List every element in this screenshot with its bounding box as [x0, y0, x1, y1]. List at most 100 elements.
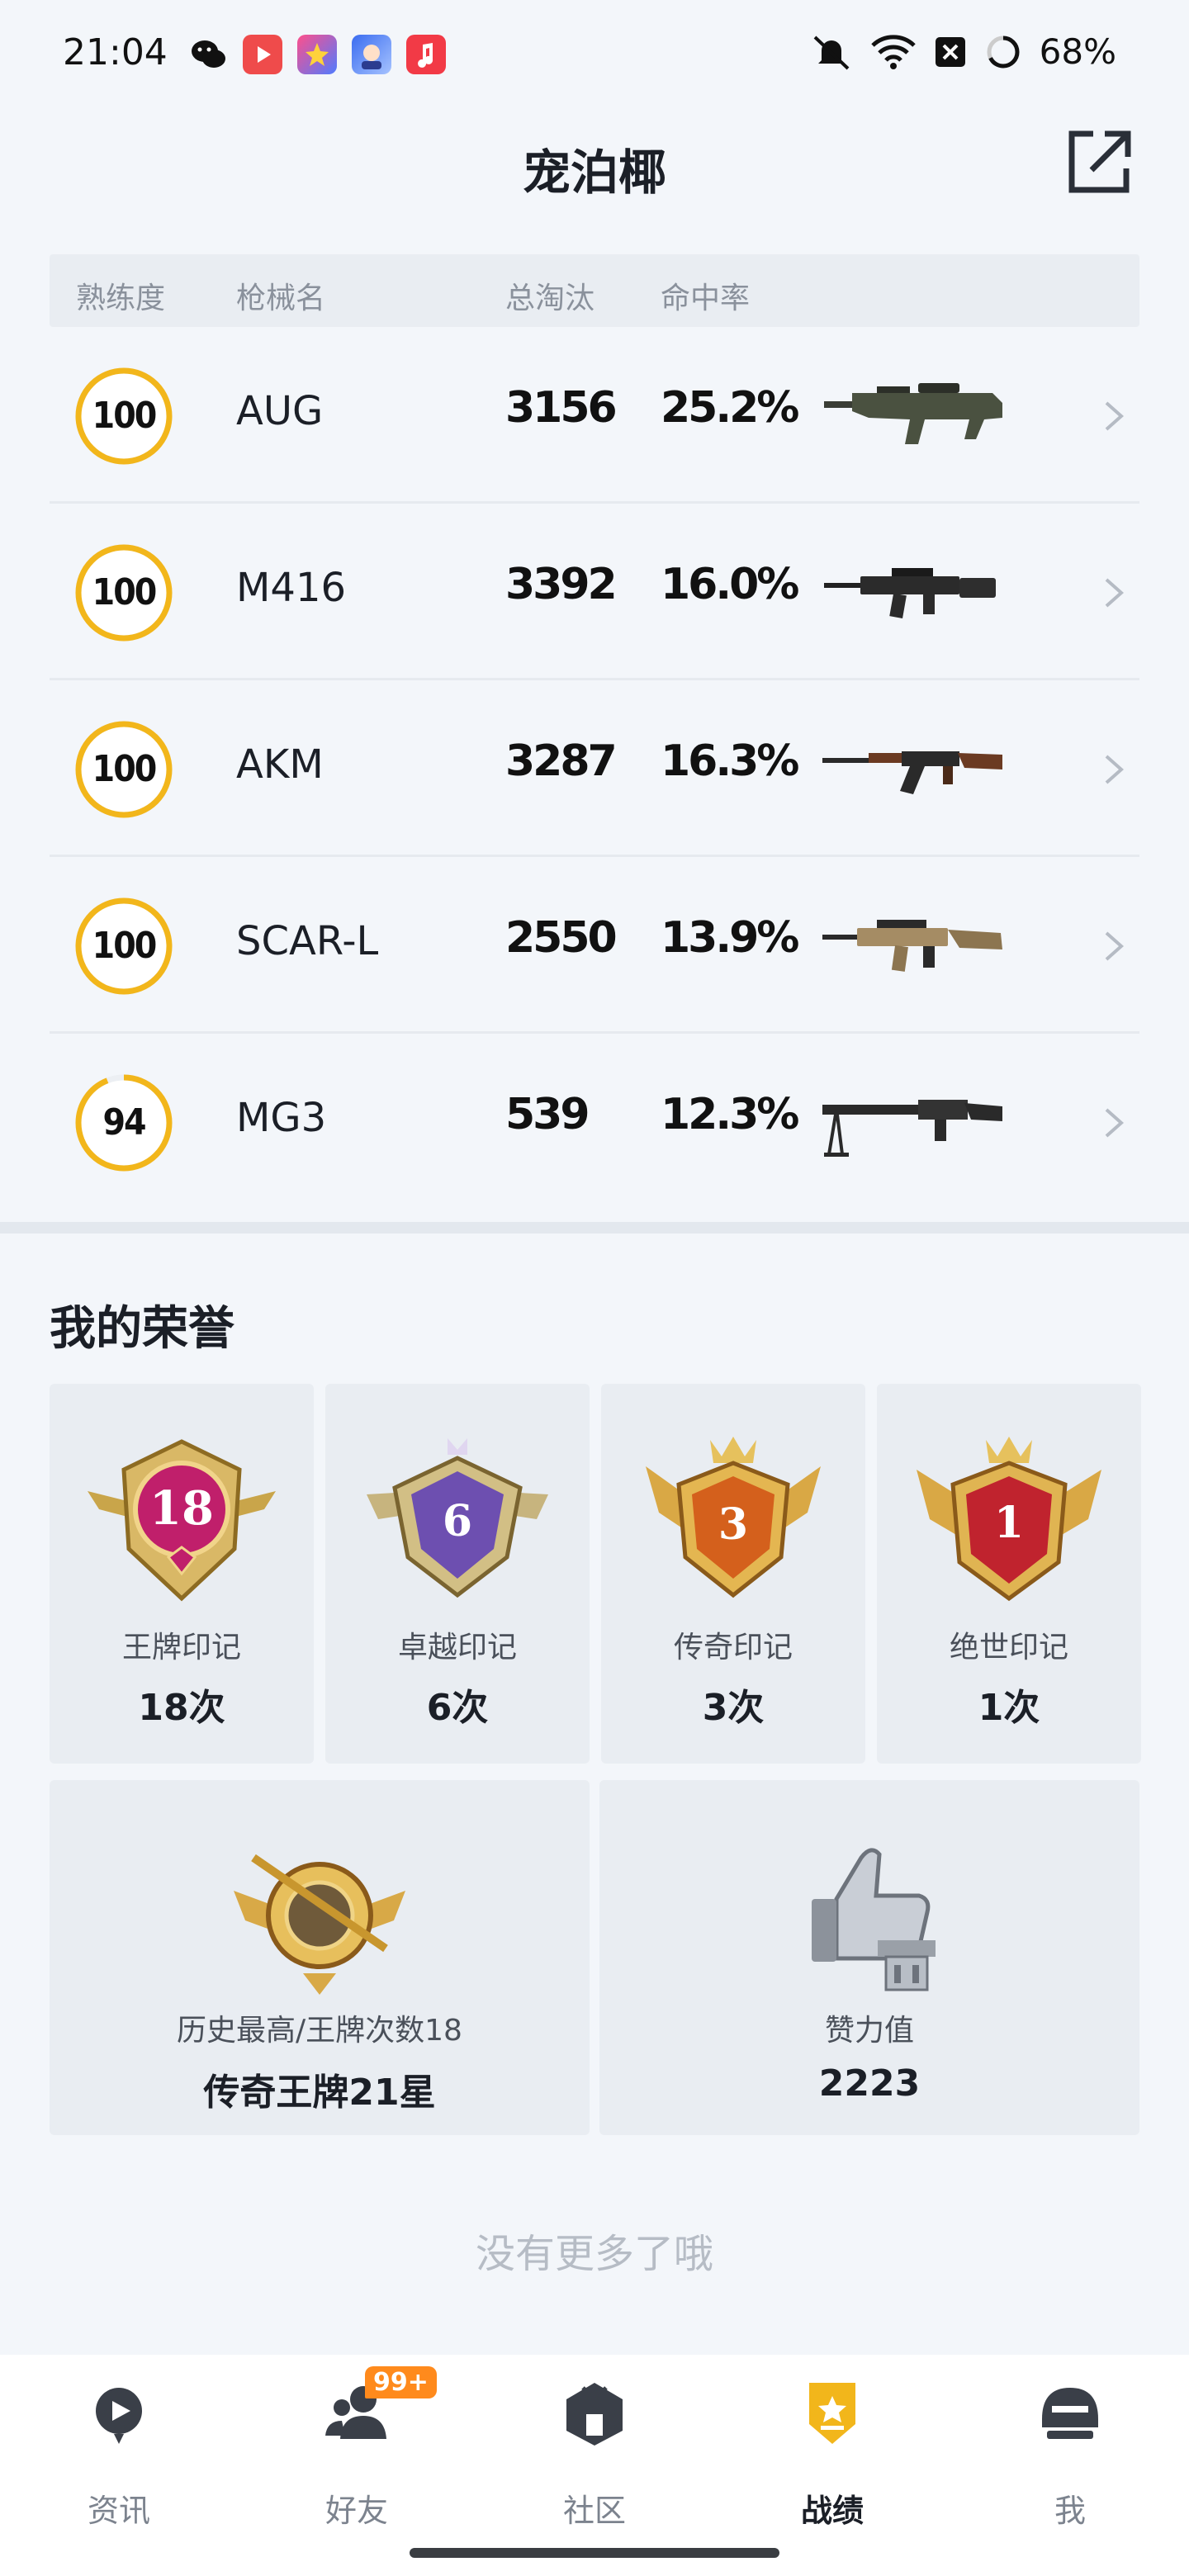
likes-label: 赞力值 — [824, 2014, 914, 2048]
akm-rifle-image — [819, 722, 1017, 812]
proficiency-ring: 100 — [73, 365, 175, 467]
tab-community[interactable]: 社区 — [512, 2378, 677, 2543]
chevron-right-icon — [1105, 401, 1125, 431]
chevron-right-icon — [1105, 931, 1125, 961]
battery-ring-icon — [987, 36, 1020, 68]
mg3-machinegun-image — [819, 1075, 1017, 1166]
honor-count: 18次 — [138, 1687, 225, 1729]
weapon-name: M416 — [236, 565, 347, 611]
honor-label: 传奇印记 — [673, 1631, 793, 1664]
battery-percent: 68% — [1039, 31, 1116, 72]
column-proficiency: 熟练度 — [76, 282, 166, 315]
scarl-rifle-image — [819, 898, 1017, 989]
weapon-list: 100 AUG 3156 25.2% 100 M416 3392 16.0% 1… — [50, 327, 1139, 1210]
peerless-emblem-icon: 1 — [910, 1433, 1108, 1615]
badge-number: 18 — [149, 1481, 214, 1536]
weapon-name: MG3 — [236, 1095, 327, 1141]
likes-card[interactable]: 赞力值 2223 — [599, 1780, 1139, 2135]
legend-emblem-icon: 3 — [634, 1433, 832, 1615]
weapon-kills: 3156 — [505, 383, 618, 433]
weapon-kills: 3392 — [505, 560, 618, 609]
chevron-right-icon — [1105, 578, 1125, 608]
nav-label: 我 — [1054, 2493, 1086, 2529]
proficiency-value: 100 — [92, 748, 158, 790]
tab-friends[interactable]: 99+ 好友 — [274, 2366, 439, 2543]
honor-card-legend[interactable]: 3 传奇印记 3次 — [601, 1384, 865, 1764]
chevron-right-icon — [1105, 755, 1125, 784]
weapon-kills: 3287 — [505, 736, 618, 786]
honor-count: 1次 — [978, 1687, 1040, 1729]
proficiency-ring: 94 — [73, 1072, 175, 1174]
weapon-name: SCAR-L — [236, 918, 379, 964]
history-label: 历史最高/王牌次数18 — [177, 2014, 462, 2048]
profile-helmet-icon — [1042, 2388, 1098, 2439]
thumbs-up-trophy-icon — [779, 1825, 960, 2006]
tab-record[interactable]: 战绩 — [750, 2378, 915, 2543]
weapon-row-scar-l[interactable]: 100 SCAR-L 2550 13.9% — [50, 857, 1139, 1034]
weapon-hit-rate: 16.3% — [661, 736, 799, 786]
weapon-row-akm[interactable]: 100 AKM 3287 16.3% — [50, 680, 1139, 857]
honor-label: 卓越印记 — [397, 1631, 517, 1664]
proficiency-ring: 100 — [73, 542, 175, 644]
star-app-icon — [297, 35, 337, 74]
badge-number: 6 — [443, 1496, 472, 1546]
m416-rifle-image — [819, 545, 1017, 636]
honor-label: 绝世印记 — [949, 1631, 1068, 1664]
page-title: 宠泊椰 — [522, 144, 666, 201]
badge-number: 1 — [994, 1498, 1024, 1548]
record-icon — [809, 2383, 855, 2444]
wifi-icon — [870, 34, 916, 69]
proficiency-ring: 100 — [73, 895, 175, 997]
honor-count: 6次 — [426, 1687, 489, 1729]
proficiency-value: 100 — [92, 395, 158, 437]
mute-icon — [813, 36, 850, 69]
proficiency-value: 100 — [92, 925, 158, 967]
honor-count: 3次 — [702, 1687, 765, 1729]
weapon-row-aug[interactable]: 100 AUG 3156 25.2% — [50, 327, 1139, 504]
music-app-icon — [406, 35, 446, 74]
honor-card-peerless[interactable]: 1 绝世印记 1次 — [877, 1384, 1141, 1764]
honor-card-excellence[interactable]: 6 卓越印记 6次 — [325, 1384, 590, 1764]
status-bar: 21:04 68% — [0, 0, 1189, 107]
weapon-row-m416[interactable]: 100 M416 3392 16.0% — [50, 504, 1139, 680]
header: 宠泊椰 — [0, 116, 1189, 215]
bottom-navigation: 资讯 99+ 好友 社区 战绩 我 — [0, 2355, 1189, 2576]
end-of-list-text: 没有更多了哦 — [475, 2231, 713, 2277]
aug-rifle-image — [819, 368, 1017, 459]
nav-label: 好友 — [324, 2493, 388, 2529]
home-indicator — [410, 2548, 779, 2558]
tab-me[interactable]: 我 — [988, 2378, 1153, 2543]
nav-label: 战绩 — [800, 2493, 864, 2529]
honor-label: 王牌印记 — [121, 1631, 241, 1664]
news-icon — [96, 2388, 142, 2444]
likes-value: 2223 — [818, 2062, 921, 2105]
tab-news[interactable]: 资讯 — [36, 2378, 201, 2543]
community-icon — [566, 2383, 623, 2446]
column-hit-rate: 命中率 — [661, 282, 751, 315]
weapon-name: AKM — [236, 741, 324, 788]
history-value: 传奇王牌21星 — [203, 2072, 436, 2114]
weapon-name: AUG — [236, 388, 324, 434]
status-indicators: 68% — [810, 31, 1116, 72]
video-app-icon — [243, 35, 282, 74]
external-link-icon[interactable] — [1060, 124, 1136, 200]
weapon-kills: 2550 — [505, 913, 618, 963]
weapon-hit-rate: 25.2% — [661, 383, 799, 433]
weapon-hit-rate: 12.3% — [661, 1090, 799, 1139]
ace-emblem-icon: 18 — [83, 1433, 281, 1615]
honor-card-ace[interactable]: 18 王牌印记 18次 — [50, 1384, 314, 1764]
status-app-icons — [188, 35, 446, 74]
honors-title: 我的荣誉 — [50, 1302, 234, 1356]
proficiency-value: 94 — [102, 1101, 146, 1144]
proficiency-value: 100 — [92, 571, 158, 613]
friends-notification-badge: 99+ — [365, 2366, 437, 2398]
excellence-emblem-icon: 6 — [358, 1433, 557, 1615]
history-highest-card[interactable]: 历史最高/王牌次数18 传奇王牌21星 — [50, 1780, 590, 2135]
wechat-icon — [188, 35, 228, 74]
weapon-row-mg3[interactable]: 94 MG3 539 12.3% — [50, 1034, 1139, 1210]
badge-number: 3 — [718, 1499, 748, 1550]
weapon-kills: 539 — [505, 1090, 590, 1139]
proficiency-ring: 100 — [73, 718, 175, 821]
nav-label: 社区 — [562, 2493, 626, 2529]
chevron-right-icon — [1105, 1108, 1125, 1138]
